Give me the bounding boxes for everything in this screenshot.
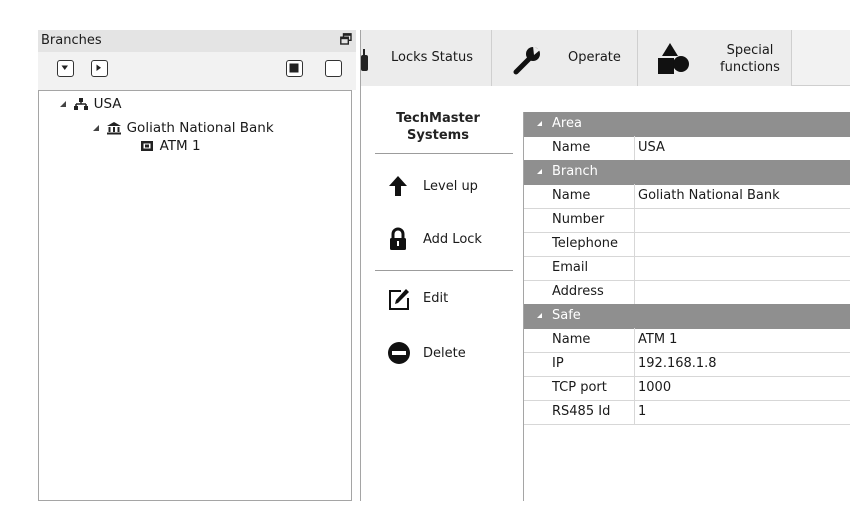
tree-node-branch[interactable]: Goliath National Bank	[92, 119, 274, 137]
delete-label: Delete	[423, 346, 466, 361]
tab-label: Locks Status	[391, 50, 473, 65]
tree-collapse-icon[interactable]	[92, 119, 102, 137]
tab-label: Operate	[568, 50, 621, 65]
property-key: Number	[552, 212, 605, 227]
brand-line2: Systems	[407, 128, 469, 143]
property-row[interactable]: Number	[524, 208, 850, 233]
add-lock-label: Add Lock	[423, 232, 482, 247]
property-key: Telephone	[552, 236, 619, 251]
property-value: Goliath National Bank	[638, 188, 780, 203]
tree-collapse-icon[interactable]	[59, 95, 69, 113]
edit-button[interactable]: Edit	[387, 286, 517, 312]
tab-operate[interactable]: Operate	[492, 30, 638, 86]
arrow-up-icon	[389, 176, 407, 196]
edit-label: Edit	[423, 291, 449, 306]
function-tabs: Locks Status Operate Special functions	[361, 30, 850, 86]
property-key: IP	[552, 356, 564, 371]
property-row[interactable]: Email	[524, 256, 850, 281]
branches-tree: USA Goliath National Bank ATM 1	[38, 90, 352, 501]
property-key: RS485 Id	[552, 404, 611, 419]
tab-label-line2: functions	[720, 60, 780, 75]
lock-icon	[361, 49, 368, 71]
tree-node-label: Goliath National Bank	[126, 120, 274, 136]
bank-icon	[107, 122, 122, 135]
property-key: Name	[552, 332, 591, 347]
section-header-safe[interactable]: Safe	[524, 304, 850, 329]
property-value[interactable]: 192.168.1.8	[638, 356, 717, 371]
property-value[interactable]: ATM 1	[638, 332, 677, 347]
branches-panel-header: Branches	[38, 30, 356, 52]
tab-special-functions[interactable]: Special functions	[638, 30, 792, 86]
triangle-down-icon	[61, 65, 68, 70]
property-key: Name	[552, 140, 591, 155]
select-all-button[interactable]	[286, 60, 303, 77]
property-row[interactable]: TCP port 1000	[524, 376, 850, 401]
property-row[interactable]: IP 192.168.1.8	[524, 352, 850, 377]
property-row[interactable]: RS485 Id 1	[524, 400, 850, 425]
property-key: TCP port	[552, 380, 607, 395]
divider	[375, 270, 513, 271]
wrench-icon	[513, 46, 540, 75]
restore-window-icon[interactable]	[340, 33, 352, 45]
branches-panel: Branches USA Goliath National Bank ATM 1	[38, 30, 356, 501]
section-title: Area	[552, 116, 582, 131]
tree-node-area[interactable]: USA	[59, 95, 122, 113]
shapes-icon	[658, 43, 689, 74]
divider	[375, 153, 513, 154]
main-area: Locks Status Operate Special functions T…	[360, 30, 850, 501]
property-row[interactable]: Name USA	[524, 136, 850, 161]
minus-circle-icon	[388, 342, 410, 364]
property-value[interactable]: 1000	[638, 380, 671, 395]
tree-node-safe[interactable]: ATM 1	[125, 137, 201, 155]
level-up-label: Level up	[423, 179, 478, 194]
collapse-triangle-icon	[537, 121, 542, 126]
expand-all-button[interactable]	[57, 60, 74, 77]
property-value: USA	[638, 140, 665, 155]
triangle-right-icon	[96, 64, 101, 71]
collapse-all-button[interactable]	[91, 60, 108, 77]
property-key: Address	[552, 284, 604, 299]
section-title: Branch	[552, 164, 598, 179]
properties-grid: Area Name USA Branch Name Goliath Nation…	[523, 112, 850, 501]
deselect-all-button[interactable]	[325, 60, 342, 77]
brand-line1: TechMaster	[396, 111, 480, 126]
level-up-button[interactable]: Level up	[387, 174, 517, 200]
padlock-icon	[390, 227, 406, 250]
tab-locks-status[interactable]: Locks Status	[361, 30, 492, 86]
property-value[interactable]: 1	[638, 404, 646, 419]
tab-label-line1: Special	[726, 43, 774, 58]
safe-icon	[141, 141, 154, 151]
delete-button[interactable]: Delete	[387, 341, 517, 367]
property-key: Email	[552, 260, 589, 275]
tab-label: Special functions	[710, 42, 790, 76]
filled-square-icon	[289, 63, 299, 73]
property-row[interactable]: Telephone	[524, 232, 850, 257]
section-header-branch[interactable]: Branch	[524, 160, 850, 185]
branches-panel-title: Branches	[41, 33, 102, 48]
branches-toolbar	[38, 52, 356, 90]
actions-panel: TechMaster Systems Level up Add Lock Edi…	[361, 86, 521, 501]
tree-node-label: ATM 1	[159, 138, 201, 154]
property-key: Name	[552, 188, 591, 203]
property-row[interactable]: Name Goliath National Bank	[524, 184, 850, 209]
tree-node-label: USA	[93, 96, 122, 112]
add-lock-button[interactable]: Add Lock	[387, 227, 517, 253]
property-row[interactable]: Address	[524, 280, 850, 305]
section-header-area[interactable]: Area	[524, 112, 850, 137]
collapse-triangle-icon	[537, 313, 542, 318]
property-row[interactable]: Name ATM 1	[524, 328, 850, 353]
collapse-triangle-icon	[537, 169, 542, 174]
section-title: Safe	[552, 308, 581, 323]
edit-pencil-icon	[389, 289, 409, 310]
network-icon	[74, 98, 89, 110]
brand-logo: TechMaster Systems	[373, 110, 503, 144]
